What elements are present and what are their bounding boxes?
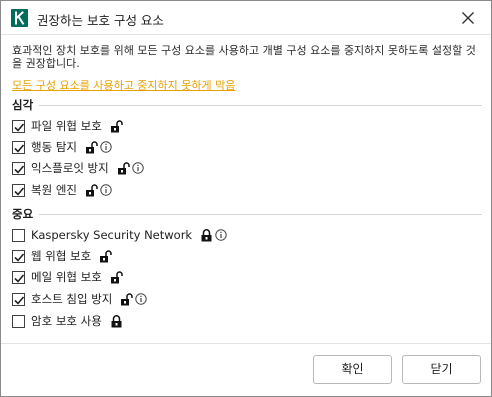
info-icon[interactable] [100, 184, 112, 196]
lock-all-components-link[interactable]: 모든 구성 요소를 사용하고 중지하지 못하게 막음 [12, 77, 235, 93]
component-checkbox[interactable] [12, 140, 25, 154]
info-icon[interactable] [135, 293, 148, 305]
section-header-critical: 심각 [12, 98, 482, 112]
section-title: 중요 [12, 207, 40, 221]
dialog-footer: 확인 닫기 [1, 343, 491, 397]
info-icon[interactable] [215, 229, 227, 241]
component-label: 호스트 침입 방지 [31, 292, 113, 306]
locked-lock-icon[interactable] [110, 314, 123, 328]
info-icon[interactable] [100, 141, 112, 153]
component-label: 파일 위협 보호 [31, 119, 102, 133]
component-checkbox[interactable] [12, 119, 25, 133]
component-row-file-threat-protection: 파일 위협 보호 [12, 117, 123, 135]
component-row-web-threat-protection: 웹 위협 보호 [12, 247, 112, 265]
component-checkbox[interactable] [12, 183, 25, 197]
component-checkbox[interactable] [12, 292, 25, 306]
unlocked-lock-icon[interactable] [85, 183, 98, 197]
section-header-important: 중요 [12, 207, 482, 221]
component-row-password-protection: 암호 보호 사용 [12, 312, 123, 330]
unlocked-lock-icon[interactable] [99, 249, 112, 263]
component-row-kaspersky-security-network: Kaspersky Security Network [12, 226, 227, 244]
section-divider [12, 214, 482, 215]
component-label: 웹 위협 보호 [31, 249, 92, 263]
unlocked-lock-icon[interactable] [120, 292, 134, 306]
component-checkbox[interactable] [12, 161, 25, 175]
close-icon[interactable] [461, 11, 475, 25]
unlocked-lock-icon[interactable] [110, 270, 123, 284]
info-icon[interactable] [132, 162, 144, 174]
component-checkbox[interactable] [12, 270, 25, 284]
unlocked-lock-icon[interactable] [117, 161, 130, 175]
component-label: 익스플로잇 방지 [31, 161, 109, 175]
component-row-behavior-detection: 행동 탐지 [12, 138, 112, 156]
ok-button[interactable]: 확인 [313, 355, 392, 384]
section-divider [12, 105, 482, 106]
close-button[interactable]: 닫기 [402, 355, 481, 384]
kaspersky-logo-icon [11, 9, 28, 27]
component-label: 행동 탐지 [31, 140, 77, 154]
component-label: 암호 보호 사용 [31, 314, 102, 328]
component-label: 복원 엔진 [31, 183, 77, 197]
component-row-mail-threat-protection: 메일 위협 보호 [12, 268, 123, 286]
component-row-host-intrusion-prevention: 호스트 침입 방지 [12, 290, 148, 308]
title-bar: 권장하는 보호 구성 요소 [1, 1, 491, 35]
component-row-remediation-engine: 복원 엔진 [12, 181, 112, 199]
component-label: Kaspersky Security Network [31, 228, 193, 242]
unlocked-lock-icon[interactable] [110, 119, 123, 133]
unlocked-lock-icon[interactable] [85, 140, 98, 154]
dialog-title: 권장하는 보호 구성 요소 [37, 13, 164, 28]
component-label: 메일 위협 보호 [31, 270, 102, 284]
component-checkbox[interactable] [12, 249, 25, 263]
component-row-exploit-prevention: 익스플로잇 방지 [12, 159, 144, 177]
component-checkbox[interactable] [12, 314, 25, 328]
dialog-window: 권장하는 보호 구성 요소 효과적인 장치 보호를 위해 모든 구성 요소를 사… [0, 0, 492, 397]
component-checkbox[interactable] [12, 228, 25, 242]
description-text: 효과적인 장치 보호를 위해 모든 구성 요소를 사용하고 개별 구성 요소를 … [12, 44, 476, 70]
locked-lock-icon[interactable] [200, 228, 213, 242]
section-title: 심각 [12, 98, 40, 112]
